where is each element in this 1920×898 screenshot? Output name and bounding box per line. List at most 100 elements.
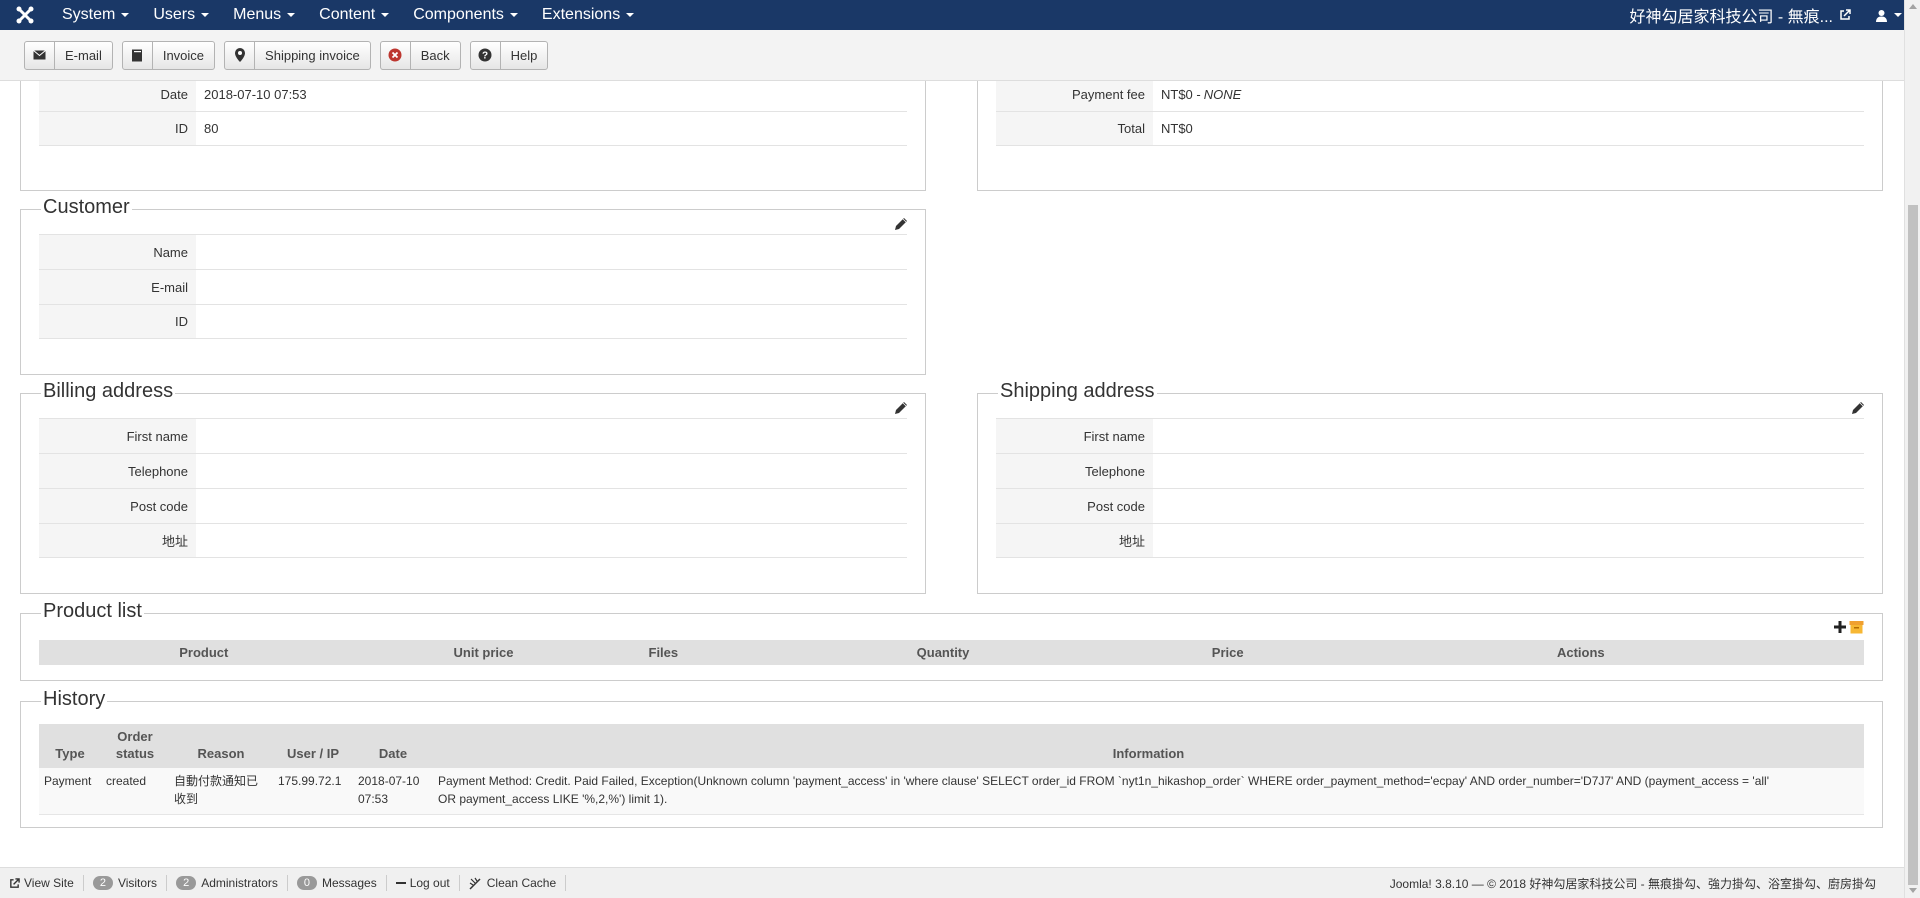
scrollbar-thumb[interactable] — [1908, 205, 1918, 885]
messages-link[interactable]: 0 Messages — [288, 875, 387, 891]
history-box: History Type Order status Reason User / … — [20, 688, 1883, 828]
back-button-label: Back — [420, 47, 450, 63]
shipping-invoice-button-label: Shipping invoice — [265, 47, 360, 63]
view-site-label: View Site — [24, 876, 74, 890]
pencil-icon[interactable] — [1850, 400, 1866, 416]
invoice-button-label: Invoice — [162, 47, 205, 63]
back-button[interactable]: Back — [379, 40, 461, 70]
site-link[interactable]: 好神勾居家科技公司 - 無痕... — [1619, 3, 1861, 27]
caret-down-icon — [626, 13, 635, 17]
menu-users[interactable]: Users — [141, 0, 221, 30]
shipping-address-box: Shipping address First name Telephone Po… — [977, 380, 1883, 594]
billing-address-table: First name Telephone Post code 地址 — [39, 418, 907, 558]
payment-info-box: Payment fee NT$0 - NONE Total NT$0 — [977, 81, 1883, 191]
external-link-icon — [10, 877, 20, 888]
scroll-down-arrow-icon[interactable] — [1909, 888, 1917, 893]
shipping-telephone-label: Telephone — [996, 454, 1153, 488]
shipping-first-name-value — [1153, 419, 1864, 453]
column-files[interactable]: Files — [598, 640, 728, 665]
status-footer: View Site 2 Visitors 2 Administrators 0 … — [0, 867, 1904, 898]
billing-post-code-label: Post code — [39, 489, 196, 523]
payment-fee-value: NT$0 - NONE — [1153, 81, 1864, 111]
shipping-telephone-value — [1153, 454, 1864, 488]
visitors-count-badge: 2 — [92, 876, 113, 890]
column-price[interactable]: Price — [1158, 640, 1298, 665]
archive-box-icon[interactable] — [1849, 620, 1864, 634]
column-date[interactable]: Date — [353, 724, 433, 768]
column-information[interactable]: Information — [433, 724, 1864, 768]
customer-email-value — [196, 270, 907, 304]
history-row: Payment created 自動付款通知已收到 175.99.72.1 20… — [39, 768, 1864, 815]
page-scrollbar[interactable] — [1904, 0, 1920, 898]
copyright-text: Joomla! 3.8.10 — © 2018 好神勾居家科技公司 - 無痕掛勾… — [1389, 877, 1876, 891]
menu-menus[interactable]: Menus — [221, 0, 307, 30]
history-status: created — [106, 774, 147, 788]
payment-fee-label: Payment fee — [996, 81, 1153, 111]
customer-name-label: Name — [39, 235, 196, 269]
menu-extensions[interactable]: Extensions — [530, 0, 646, 30]
customer-name-row: Name — [39, 234, 907, 269]
column-order-status[interactable]: Order status — [101, 724, 169, 768]
invoice-button[interactable]: Invoice — [121, 40, 216, 70]
column-product[interactable]: Product — [39, 640, 369, 665]
shipping-first-name-label: First name — [996, 419, 1153, 453]
site-name: 好神勾居家科技公司 - 無痕... — [1629, 9, 1833, 26]
menu-extensions-label: Extensions — [541, 6, 621, 23]
help-button[interactable]: ? Help — [469, 40, 549, 70]
history-title: History — [41, 688, 108, 711]
menu-users-label: Users — [153, 6, 196, 23]
total-label: Total — [996, 112, 1153, 145]
customer-name-value — [196, 235, 907, 269]
billing-first-name-label: First name — [39, 419, 196, 453]
history-table: Type Order status Reason User / IP Date … — [39, 724, 1864, 815]
billing-telephone-value — [196, 454, 907, 488]
clean-cache-link[interactable]: Clean Cache — [460, 875, 567, 891]
caret-down-icon — [201, 13, 210, 17]
customer-id-label: ID — [39, 305, 196, 338]
logout-link[interactable]: Log out — [387, 875, 460, 891]
shipping-post-code-row: Post code — [996, 488, 1864, 523]
column-type[interactable]: Type — [39, 724, 101, 768]
caret-down-icon — [509, 13, 518, 17]
menu-system-label: System — [62, 6, 116, 23]
top-navbar: System Users Menus Content Components Ex… — [0, 0, 1920, 30]
email-button[interactable]: E-mail — [24, 40, 113, 70]
history-type: Payment — [44, 774, 92, 788]
menu-system[interactable]: System — [50, 0, 141, 30]
customer-email-label: E-mail — [39, 270, 196, 304]
billing-address-label: 地址 — [39, 524, 196, 557]
date-row: Date 2018-07-10 07:53 — [39, 81, 907, 111]
administrators-label: Administrators — [201, 876, 278, 890]
product-table-header: Product Unit price Files Quantity Price … — [39, 640, 1864, 665]
column-user-ip[interactable]: User / IP — [273, 724, 353, 768]
caret-down-icon — [381, 13, 390, 17]
column-actions[interactable]: Actions — [1298, 640, 1864, 665]
pencil-icon[interactable] — [893, 216, 909, 232]
shipping-post-code-value — [1153, 489, 1864, 523]
billing-first-name-value — [196, 419, 907, 453]
scroll-up-arrow-icon[interactable] — [1909, 4, 1917, 9]
column-reason[interactable]: Reason — [169, 724, 273, 768]
add-product-icon[interactable] — [1833, 620, 1847, 634]
billing-telephone-label: Telephone — [39, 454, 196, 488]
administrators-count-badge: 2 — [176, 876, 197, 890]
cancel-circle-icon — [381, 41, 411, 69]
visitors-link[interactable]: 2 Visitors — [84, 875, 168, 891]
menu-content[interactable]: Content — [307, 0, 401, 30]
shipping-invoice-button[interactable]: Shipping invoice — [224, 40, 371, 70]
menu-components[interactable]: Components — [401, 0, 530, 30]
history-table-header: Type Order status Reason User / IP Date … — [39, 724, 1864, 768]
column-unit-price[interactable]: Unit price — [369, 640, 599, 665]
customer-box: Customer Name E-mail ID — [20, 196, 926, 375]
joomla-logo-icon[interactable] — [0, 0, 50, 30]
pencil-icon[interactable] — [893, 400, 909, 416]
column-quantity[interactable]: Quantity — [728, 640, 1158, 665]
billing-address-box: Billing address First name Telephone Pos… — [20, 380, 926, 594]
product-list-title: Product list — [41, 600, 144, 623]
billing-post-code-value — [196, 489, 907, 523]
administrators-link[interactable]: 2 Administrators — [167, 875, 288, 891]
general-info-box: Date 2018-07-10 07:53 ID 80 — [20, 81, 926, 191]
view-site-link[interactable]: View Site — [0, 875, 84, 891]
shipping-address-label: 地址 — [996, 524, 1153, 557]
product-list-box: Product list Product Unit price Files Qu… — [20, 600, 1883, 681]
